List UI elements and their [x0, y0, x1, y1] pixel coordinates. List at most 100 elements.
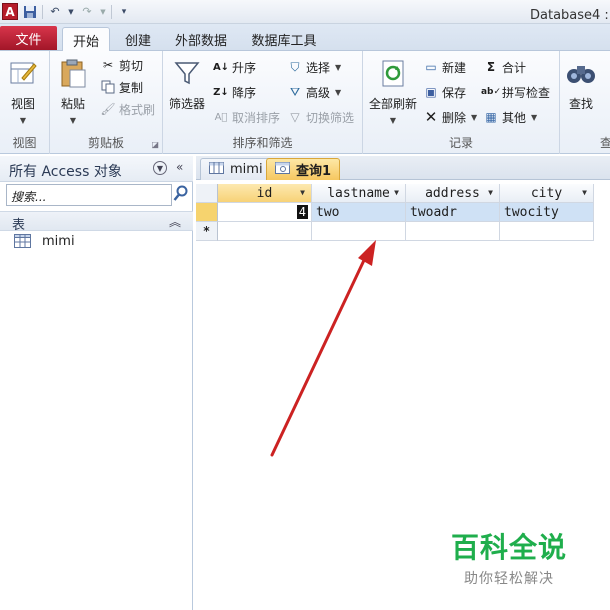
- column-dropdown-icon[interactable]: ▼: [488, 188, 493, 197]
- new-cell-address[interactable]: [406, 222, 500, 241]
- table-icon: [209, 161, 224, 178]
- redo-icon[interactable]: ↷: [79, 4, 95, 20]
- chevron-down-icon: ▼: [69, 116, 77, 125]
- delete-record-label: 删除: [442, 110, 467, 125]
- row-selector[interactable]: [196, 203, 218, 222]
- title-bar: A ↶ ▼ ↷ ▼ ▾ Database4 : 数: [0, 0, 610, 24]
- nav-group-tables[interactable]: 表 ︽: [0, 211, 193, 233]
- new-record-button[interactable]: ▭ 新建: [423, 57, 466, 77]
- column-dropdown-icon[interactable]: ▼: [300, 188, 305, 197]
- new-cell-lastname[interactable]: [312, 222, 406, 241]
- tab-file[interactable]: 文件: [0, 26, 57, 50]
- column-header-address[interactable]: address ▼: [406, 184, 500, 203]
- column-header-lastname[interactable]: lastname ▼: [312, 184, 406, 203]
- table-row[interactable]: 4 two twoadr twocity: [196, 203, 594, 222]
- more-label: 其他: [502, 110, 527, 125]
- spelling-label: 拼写检查: [502, 85, 551, 100]
- group-clipboard-label: 剪贴板: [87, 136, 124, 150]
- doc-tab-query[interactable]: 查询1: [266, 158, 341, 180]
- sigma-icon: Σ: [486, 60, 496, 74]
- tab-external-data[interactable]: 外部数据: [168, 27, 234, 51]
- copy-button-label: 复制: [119, 80, 144, 95]
- nav-menu-icon[interactable]: ▼: [153, 161, 167, 175]
- doc-tab-label: 查询1: [296, 164, 332, 179]
- copy-icon: [100, 79, 116, 95]
- save-icon[interactable]: [22, 4, 38, 20]
- column-dropdown-icon[interactable]: ▼: [394, 188, 399, 197]
- nav-item-table[interactable]: mimi: [0, 231, 193, 253]
- toggle-filter-button[interactable]: ▽ 切换筛选: [287, 107, 354, 127]
- new-record-icon: ▭: [425, 60, 437, 74]
- sort-ascending-label: 升序: [232, 60, 257, 75]
- cut-button[interactable]: ✂ 剪切: [100, 55, 143, 75]
- totals-button[interactable]: Σ 合计: [483, 57, 526, 77]
- save-record-button[interactable]: ▣ 保存: [423, 82, 466, 102]
- paste-button[interactable]: 粘贴 ▼: [58, 57, 88, 125]
- chevron-down-icon: ▼: [19, 116, 27, 125]
- qat-divider: [111, 4, 112, 19]
- column-header-id[interactable]: id ▼: [218, 184, 312, 203]
- new-cell-id[interactable]: [218, 222, 312, 241]
- cell-address[interactable]: twoadr: [406, 203, 500, 222]
- tab-database-tools[interactable]: 数据库工具: [244, 27, 324, 51]
- new-record-label: 新建: [442, 60, 467, 75]
- refresh-all-label: 全部刷新: [369, 97, 418, 111]
- advanced-button[interactable]: ⛛ 高级 ▼: [287, 82, 341, 102]
- clear-sort-icon: A⃠: [214, 111, 228, 123]
- binoculars-icon: [566, 57, 596, 89]
- chevron-up-double-icon[interactable]: ︽: [169, 213, 181, 230]
- toggle-filter-icon: ▽: [290, 110, 300, 124]
- collapse-pane-icon[interactable]: «: [176, 160, 183, 174]
- quick-access-toolbar: A ↶ ▼ ↷ ▼ ▾: [2, 3, 132, 20]
- more-button[interactable]: ▦ 其他 ▼: [483, 107, 537, 127]
- column-header-label: address: [425, 185, 480, 201]
- toggle-filter-label: 切换筛选: [306, 110, 355, 125]
- sort-descending-button[interactable]: Z↓ 降序: [213, 82, 256, 102]
- cell-lastname[interactable]: two: [312, 203, 406, 222]
- undo-dropdown-icon[interactable]: ▼: [67, 4, 75, 20]
- cell-city[interactable]: twocity: [500, 203, 594, 222]
- ribbon: 视图 ▼ 视图 粘贴 ▼ ✂ 剪切 复制 🖌 格式刷 剪贴板 ◪ 筛选器 A↓ …: [0, 51, 610, 154]
- format-painter-button[interactable]: 🖌 格式刷: [100, 99, 155, 119]
- access-logo[interactable]: A: [2, 3, 18, 20]
- new-record-marker[interactable]: *: [196, 222, 218, 241]
- filter-button[interactable]: 筛选器: [169, 57, 205, 112]
- group-records: 全部刷新 ▼ ▭ 新建 ▣ 保存 ✕ 删除 ▼ Σ 合计 ab✓ 拼写检查 ▦ …: [363, 51, 560, 154]
- cell-id[interactable]: 4: [218, 203, 312, 222]
- selection-button[interactable]: ⛉ 选择 ▼: [287, 57, 341, 77]
- undo-icon[interactable]: ↶: [47, 4, 63, 20]
- search-icon[interactable]: [173, 185, 191, 205]
- nav-header[interactable]: 所有 Access 对象 ▼ «: [0, 156, 193, 182]
- sort-descending-icon: Z↓: [213, 86, 229, 98]
- dialog-launcher-icon[interactable]: ◪: [151, 140, 159, 149]
- search-input[interactable]: 搜索...: [6, 184, 172, 206]
- tab-create[interactable]: 创建: [116, 27, 160, 51]
- select-all-corner[interactable]: [196, 184, 218, 203]
- doc-tab-table[interactable]: mimi: [200, 158, 272, 180]
- delete-icon: ✕: [424, 108, 438, 126]
- find-button[interactable]: 查找: [566, 57, 596, 112]
- tab-home[interactable]: 开始: [62, 27, 110, 52]
- redo-dropdown-icon[interactable]: ▼: [99, 4, 107, 20]
- customize-qat-icon[interactable]: ▾: [116, 4, 132, 20]
- copy-button[interactable]: 复制: [100, 77, 143, 97]
- new-cell-city[interactable]: [500, 222, 594, 241]
- chevron-down-icon: ▼: [471, 112, 478, 122]
- column-dropdown-icon[interactable]: ▼: [582, 188, 587, 197]
- scissors-icon: ✂: [102, 58, 114, 72]
- new-record-row[interactable]: *: [196, 222, 594, 241]
- delete-record-button[interactable]: ✕ 删除 ▼: [423, 107, 477, 127]
- chevron-down-icon: ▼: [335, 87, 342, 97]
- chevron-down-icon: ▼: [335, 62, 342, 72]
- clear-sort-button[interactable]: A⃠ 取消排序: [213, 107, 280, 127]
- refresh-all-button[interactable]: 全部刷新 ▼: [369, 57, 417, 125]
- clear-sort-label: 取消排序: [232, 110, 281, 125]
- watermark: 百科全说 助你轻松解决: [450, 526, 568, 588]
- selection-button-label: 选择: [306, 60, 331, 75]
- group-view: 视图 ▼ 视图: [0, 51, 50, 154]
- sort-ascending-button[interactable]: A↓ 升序: [213, 57, 256, 77]
- paste-button-label: 粘贴: [60, 97, 85, 111]
- column-header-city[interactable]: city ▼: [500, 184, 594, 203]
- view-button[interactable]: 视图 ▼: [8, 57, 38, 125]
- spelling-button[interactable]: ab✓ 拼写检查: [481, 82, 551, 102]
